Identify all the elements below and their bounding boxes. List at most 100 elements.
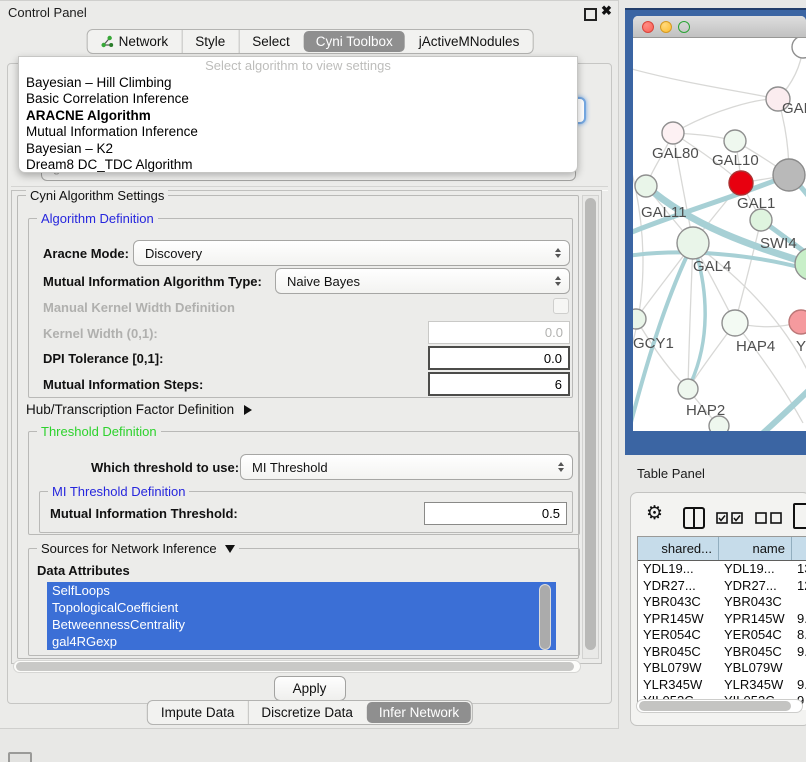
table-row[interactable]: YDL19...YDL19...13 [638,561,806,578]
document-icon[interactable] [793,503,806,529]
column-header-shared-name[interactable]: shared... [638,537,719,560]
node-label: Y [796,338,806,355]
list-item[interactable]: SelfLoops [47,582,556,599]
column-header-clipped[interactable] [792,537,806,560]
node-salmon[interactable] [789,310,806,334]
tab-cyni-toolbox[interactable]: Cyni Toolbox [304,31,405,52]
mi-threshold-field[interactable]: 0.5 [424,502,567,525]
scrollbar-thumb[interactable] [585,198,596,650]
mac-close-button[interactable] [642,21,654,33]
manual-kernel-checkbox[interactable] [553,298,569,314]
algorithm-option[interactable]: Basic Correlation Inference [19,91,577,107]
table-row[interactable]: YBL079WYBL079W [638,660,806,677]
table-row[interactable]: YPR145WYPR145W9. [638,611,806,628]
data-attributes-label: Data Attributes [37,563,130,578]
column-header-name[interactable]: name [719,537,792,560]
list-scrollbar[interactable] [539,584,551,650]
table-row[interactable]: YLR345WYLR345W9. [638,677,806,694]
node-gal11[interactable] [635,175,657,197]
node-label: GAL [782,100,806,117]
which-threshold-label: Which threshold to use: [91,460,239,475]
node-hap4[interactable] [722,310,748,336]
tab-network[interactable]: Network [88,30,182,53]
node-hap2[interactable] [678,379,698,399]
tab-jactivemnodules[interactable]: jActiveMNodules [406,30,533,53]
select-all-checkboxes-icon[interactable] [716,512,744,524]
algorithm-option-selected[interactable]: ARACNE Algorithm [19,108,577,124]
algorithm-option[interactable]: Mutual Information Inference [19,124,577,140]
node-label: SWI4 [760,235,797,252]
dpi-tolerance-field[interactable]: 0.0 [428,346,570,370]
node-gray[interactable] [773,159,805,191]
network-icon [101,35,114,48]
table-row[interactable]: YDR27...YDR27...12 [638,578,806,595]
hub-definition-toggle[interactable]: Hub/Transcription Factor Definition [26,402,252,417]
algorithm-definition-group: Algorithm Definition Aracne Mode: Discov… [28,218,573,398]
network-window-titlebar[interactable] [633,16,806,38]
threshold-definition-title: Threshold Definition [37,424,161,439]
scrollbar-thumb[interactable] [16,662,574,671]
table-row[interactable]: YBR043CYBR043C [638,594,806,611]
list-item[interactable]: gal4RGexp [47,633,556,650]
node-swi4[interactable] [795,248,806,280]
sources-group-title: Sources for Network Inference [41,541,217,556]
mi-threshold-group-title: MI Threshold Definition [48,484,189,499]
aracne-mode-combo[interactable]: Discovery [133,240,570,266]
node-gal1[interactable] [750,209,772,231]
node-label: GAL80 [652,145,699,162]
float-window-icon[interactable] [584,8,597,21]
scrollbar-thumb[interactable] [540,585,550,649]
node-gal10[interactable] [724,130,746,152]
network-canvas[interactable]: GAL GAL80 GAL10 GAL1 GAL11 SWI4 GAL4 GCY… [633,38,806,431]
kernel-width-field[interactable]: 0.0 [428,321,570,344]
node-gal4[interactable] [677,227,709,259]
tab-select[interactable]: Select [238,30,303,53]
tab-infer-network[interactable]: Infer Network [367,702,471,723]
cyni-algorithm-settings-group: Cyni Algorithm Settings Algorithm Defini… [17,195,579,659]
mac-minimize-button[interactable] [660,21,672,33]
mi-type-combo[interactable]: Naive Bayes [275,268,570,294]
aracne-mode-label: Aracne Mode: [43,246,129,261]
node-label: HAP4 [736,338,775,355]
table-horizontal-scrollbar[interactable] [636,699,803,713]
node-label: GAL10 [712,152,759,169]
algorithm-option[interactable]: Bayesian – K2 [19,141,577,157]
tab-discretize-data[interactable]: Discretize Data [247,701,366,724]
collapse-down-icon [225,545,235,553]
control-panel-window: Control Panel ✖ Network Style Select Cyn… [0,0,619,729]
mac-zoom-button[interactable] [678,21,690,33]
node-gal80[interactable] [662,122,684,144]
node-label: GAL1 [737,195,775,212]
tab-impute-data[interactable]: Impute Data [148,701,248,724]
node-partial-top[interactable] [792,38,806,58]
apply-button[interactable]: Apply [274,676,346,701]
settings-horizontal-scrollbar[interactable] [13,660,581,673]
which-threshold-combo[interactable]: MI Threshold [240,454,573,480]
deselect-all-checkboxes-icon[interactable] [755,512,783,524]
mi-type-label: Mutual Information Algorithm Type: [43,274,262,289]
mi-steps-field[interactable]: 6 [428,372,570,396]
node-red-selected[interactable] [729,171,753,195]
manual-kernel-label: Manual Kernel Width Definition [43,300,235,315]
mi-threshold-label: Mutual Information Threshold: [50,506,238,521]
table-row[interactable]: YER054CYER054C8. [638,627,806,644]
gear-icon[interactable]: ⚙ [646,502,663,524]
sources-group-header[interactable]: Sources for Network Inference [37,541,239,556]
tab-style[interactable]: Style [181,30,238,53]
list-item[interactable]: BetweennessCentrality [47,616,556,633]
network-view-window: GAL GAL80 GAL10 GAL1 GAL11 SWI4 GAL4 GCY… [633,16,806,431]
columns-icon[interactable] [683,507,705,529]
list-item[interactable]: TopologicalCoefficient [47,599,556,616]
settings-vertical-scrollbar[interactable] [582,195,599,659]
close-icon[interactable]: ✖ [601,3,612,19]
kernel-width-label: Kernel Width (0,1): [43,326,158,341]
algorithm-option[interactable]: Bayesian – Hill Climbing [19,75,577,91]
minimized-panel-icon[interactable] [8,752,32,762]
node-gcy1[interactable] [633,309,646,329]
settings-group-title: Cyni Algorithm Settings [26,188,168,203]
scrollbar-thumb[interactable] [639,701,791,711]
data-attributes-list: SelfLoops TopologicalCoefficient Between… [47,582,556,655]
algorithm-option[interactable]: Dream8 DC_TDC Algorithm [19,157,577,173]
expand-right-icon [244,405,252,415]
table-row[interactable]: YBR045CYBR045C9. [638,644,806,661]
